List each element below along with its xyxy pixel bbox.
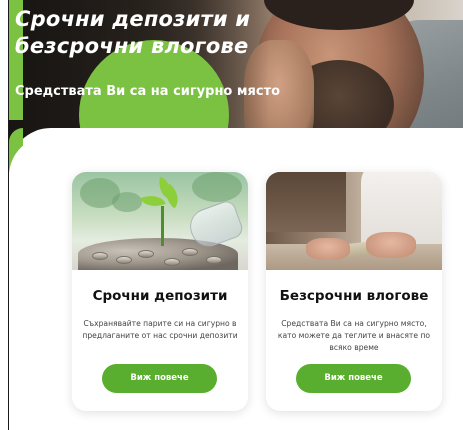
- card-description: Средствата Ви са на сигурно място, като …: [277, 319, 431, 352]
- coin: [206, 256, 222, 264]
- card-term-deposits: Срочни депозити Съхранявайте парите си н…: [72, 172, 248, 411]
- see-more-button[interactable]: Виж повече: [296, 364, 411, 393]
- blur-leaf: [112, 192, 142, 212]
- plant-coins-image: [72, 172, 248, 270]
- card-title: Срочни депозити: [92, 288, 228, 304]
- coin: [116, 256, 132, 264]
- hero-title-line1: Срочни депозити и: [15, 7, 251, 31]
- right-hand: [366, 232, 416, 258]
- see-more-button[interactable]: Виж повече: [102, 364, 217, 393]
- hero-title: Срочни депозити и безсрочни влогове: [15, 6, 265, 60]
- hands-counting-money-image: [266, 172, 442, 270]
- card-title: Безсрочни влогове: [279, 288, 429, 304]
- coin: [164, 258, 180, 266]
- coin: [92, 252, 108, 260]
- coin: [182, 248, 198, 256]
- page: Срочни депозити и безсрочни влогове Сред…: [0, 0, 463, 430]
- card-demand-deposits: Безсрочни влогове Средствата Ви са на си…: [266, 172, 442, 411]
- hero-subtitle: Средствата Ви са на сигурно място: [15, 84, 281, 99]
- left-hand: [306, 238, 350, 260]
- coin: [138, 250, 154, 258]
- card-description: Съхранявайте парите си на сигурно в пред…: [82, 319, 238, 340]
- blur-leaf: [192, 172, 242, 202]
- hero-title-line2: безсрочни влогове: [15, 34, 249, 58]
- background-shelf: [266, 172, 346, 232]
- sprout-stem: [161, 206, 164, 246]
